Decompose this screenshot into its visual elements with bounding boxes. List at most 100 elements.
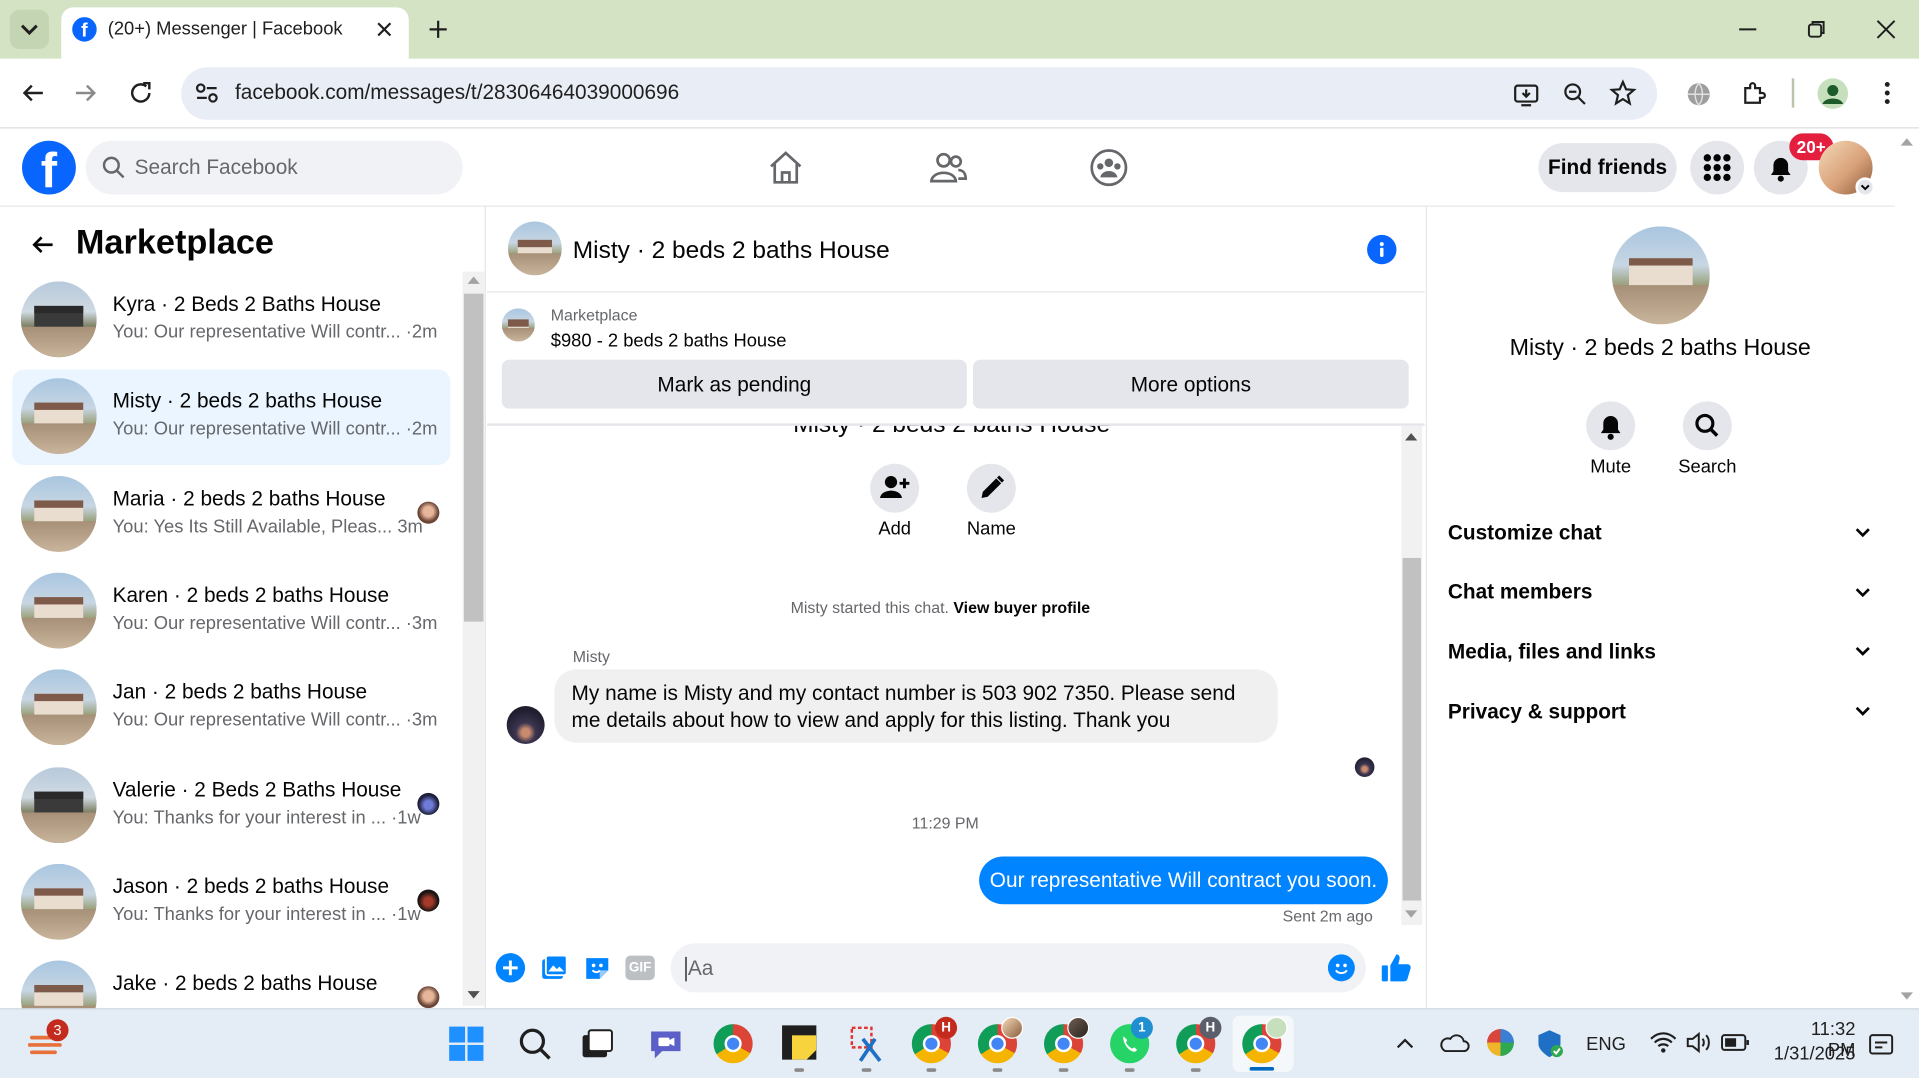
chevron-down-icon[interactable]: [1852, 521, 1874, 543]
close-window-icon[interactable]: [1871, 15, 1900, 44]
emoji-icon[interactable]: [1327, 954, 1355, 982]
close-tab-icon[interactable]: [371, 16, 398, 43]
scroll-up-arrow-icon[interactable]: [467, 276, 480, 284]
chat-info-avatar[interactable]: [1611, 226, 1710, 325]
listing-thumbnail[interactable]: [501, 308, 535, 342]
bookmark-star-icon[interactable]: [1608, 78, 1637, 107]
new-tab-icon[interactable]: [423, 15, 452, 44]
attach-photo-icon[interactable]: [540, 953, 569, 982]
language-indicator[interactable]: ENG: [1586, 1034, 1626, 1055]
conversation-list-scroll-thumb[interactable]: [463, 293, 484, 622]
conversation-listing-thumbnail[interactable]: [20, 475, 97, 552]
incoming-message-bubble[interactable]: My name is Misty and my contact number i…: [554, 669, 1278, 743]
gif-icon[interactable]: GIF: [625, 955, 655, 981]
find-friends-button[interactable]: Find friends: [1538, 143, 1677, 193]
chrome-icon[interactable]: [713, 1024, 753, 1064]
chevron-down-icon[interactable]: [1852, 581, 1874, 603]
extension-globe-icon[interactable]: [1684, 80, 1713, 109]
network-app-globe-icon[interactable]: [1487, 1029, 1514, 1056]
message-list-scroll-thumb[interactable]: [1402, 557, 1421, 901]
seen-receipt-avatar: [417, 501, 440, 524]
sticky-notes-icon[interactable]: [782, 1025, 817, 1060]
taskbar-search-icon[interactable]: [516, 1025, 553, 1062]
conversation-listing-thumbnail[interactable]: [20, 281, 97, 358]
browser-menu-icon[interactable]: [1873, 78, 1902, 107]
task-view-icon[interactable]: [580, 1028, 614, 1060]
page-scrollbar[interactable]: [1894, 128, 1919, 1009]
chevron-down-icon[interactable]: [1852, 640, 1874, 662]
conversation-preview: You: Our representative Will contr... ·3…: [112, 709, 438, 731]
message-composer-input[interactable]: [670, 943, 1366, 993]
add-person-icon: [879, 475, 910, 499]
battery-icon[interactable]: [1721, 1033, 1750, 1053]
url-text[interactable]: facebook.com/messages/t/2830646403900069…: [235, 81, 679, 105]
media-files-links-section[interactable]: Media, files and links: [1448, 640, 1656, 664]
page-scroll-down-icon[interactable]: [1900, 992, 1913, 1000]
teams-chat-icon[interactable]: [647, 1027, 684, 1061]
scroll-down-arrow-icon[interactable]: [467, 991, 480, 999]
extensions-puzzle-icon[interactable]: [1739, 78, 1768, 107]
rename-button[interactable]: [966, 463, 1016, 513]
restore-icon[interactable]: [1802, 15, 1831, 44]
more-options-button[interactable]: More options: [973, 359, 1409, 409]
chat-scroll-down-icon[interactable]: [1405, 910, 1418, 918]
search-in-chat-button[interactable]: [1682, 401, 1732, 451]
conversation-listing-thumbnail[interactable]: [20, 767, 97, 844]
chat-scroll-up-icon[interactable]: [1405, 433, 1418, 441]
chat-header-avatar[interactable]: [507, 221, 562, 276]
wifi-icon[interactable]: [1649, 1030, 1678, 1054]
conversation-listing-thumbnail[interactable]: [20, 669, 97, 746]
notification-center-icon[interactable]: [1868, 1031, 1895, 1058]
reload-icon[interactable]: [126, 78, 155, 107]
forward-arrow-icon[interactable]: [71, 78, 100, 107]
chat-header-divider: [487, 291, 1425, 293]
home-icon[interactable]: [766, 148, 805, 187]
sticker-icon[interactable]: [583, 953, 612, 982]
mark-as-pending-button[interactable]: Mark as pending: [501, 359, 967, 409]
chevron-down-icon[interactable]: [1852, 700, 1874, 722]
clock-date[interactable]: 1/31/2025: [1770, 1044, 1856, 1065]
view-buyer-profile-link[interactable]: View buyer profile: [953, 598, 1090, 616]
conversation-listing-thumbnail[interactable]: [20, 378, 97, 454]
conversation-listing-thumbnail[interactable]: [20, 863, 97, 940]
menu-grid-button[interactable]: [1690, 140, 1745, 195]
account-chevron-icon[interactable]: [1855, 177, 1876, 197]
active-app-indicator: [1249, 1066, 1275, 1071]
windows-start-icon[interactable]: [448, 1025, 485, 1062]
onedrive-cloud-icon[interactable]: [1438, 1030, 1470, 1054]
friends-icon[interactable]: [929, 148, 968, 187]
add-person-button[interactable]: [870, 463, 920, 513]
facebook-logo-icon[interactable]: f: [22, 140, 76, 195]
show-hidden-icons-chevron-icon[interactable]: [1394, 1033, 1416, 1055]
zoom-icon[interactable]: [1560, 80, 1589, 109]
snipping-tool-icon[interactable]: [848, 1024, 885, 1063]
groups-icon[interactable]: [1089, 148, 1128, 187]
chrome-profile-avatar: [1001, 1016, 1024, 1039]
more-actions-plus-icon[interactable]: [495, 953, 526, 983]
chat-header-name[interactable]: Misty · 2 beds 2 baths House: [573, 237, 890, 265]
listing-price-title[interactable]: $980 - 2 beds 2 baths House: [551, 330, 787, 351]
tab-title: (20+) Messenger | Facebook: [107, 18, 343, 40]
info-icon[interactable]: [1367, 234, 1397, 265]
tab-search-button[interactable]: [9, 9, 49, 49]
like-thumb-icon[interactable]: [1379, 951, 1413, 985]
minimize-icon[interactable]: [1733, 15, 1762, 44]
security-shield-icon[interactable]: [1535, 1028, 1564, 1060]
customize-chat-section[interactable]: Customize chat: [1448, 521, 1602, 545]
running-indicator: [861, 1068, 872, 1072]
profile-avatar-icon[interactable]: [1817, 78, 1849, 109]
sender-name: Misty: [572, 647, 610, 666]
install-app-icon[interactable]: [1512, 80, 1541, 109]
conversation-listing-thumbnail[interactable]: [20, 572, 97, 649]
mute-button[interactable]: [1586, 401, 1636, 451]
privacy-support-section[interactable]: Privacy & support: [1448, 700, 1626, 724]
volume-icon[interactable]: [1684, 1030, 1713, 1054]
back-arrow-icon[interactable]: [18, 78, 47, 107]
outgoing-message-bubble[interactable]: Our representative Will contract you soo…: [979, 856, 1388, 905]
sender-avatar[interactable]: [506, 706, 545, 744]
page-scroll-up-icon[interactable]: [1900, 138, 1913, 146]
chat-members-section[interactable]: Chat members: [1448, 580, 1593, 604]
back-arrow-marketplace-icon[interactable]: [28, 230, 57, 259]
running-indicator: [1190, 1068, 1201, 1072]
site-settings-icon[interactable]: [193, 80, 220, 107]
